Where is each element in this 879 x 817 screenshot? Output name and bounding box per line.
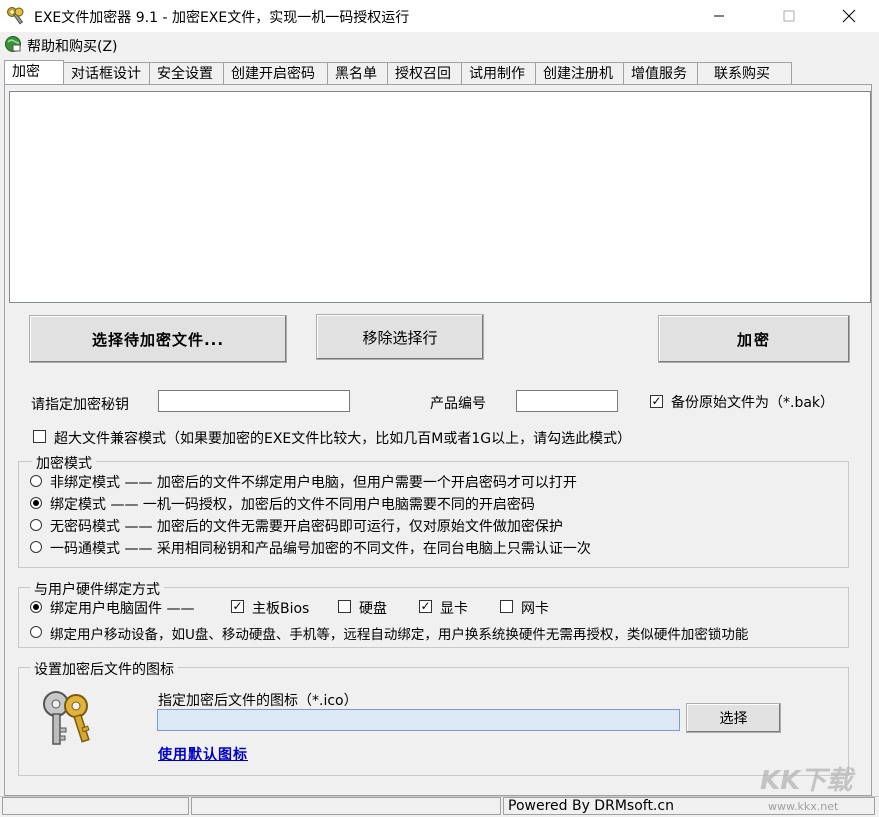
icon-path-input[interactable] [157, 709, 680, 731]
large-file-checkbox[interactable] [33, 430, 46, 443]
keys-icon [38, 688, 98, 748]
bind-pc-label: 绑定用户电脑固件 —— [50, 601, 195, 617]
tab-strip: 加密 对话框设计 安全设置 创建开启密码 黑名单 授权召回 试用制作 创建注册机… [4, 60, 792, 84]
remove-row-button[interactable]: 移除选择行 [316, 314, 484, 360]
bind-mobile-radio[interactable] [30, 626, 42, 638]
bios-checkbox[interactable]: ✓ [231, 600, 244, 613]
backup-label: 备份原始文件为（*.bak） [671, 395, 835, 411]
mode-nonbind-label: 非绑定模式 —— 加密后的文件不绑定用户电脑，但用户需要一个开启密码才可以打开 [50, 475, 577, 491]
minimize-button[interactable] [696, 0, 742, 32]
key-label: 请指定加密秘钥 [31, 397, 129, 413]
tab-value-added[interactable]: 增值服务 [624, 62, 698, 84]
app-keys-icon [6, 6, 26, 26]
tab-contact-buy[interactable]: 联系购买 [698, 62, 792, 84]
select-file-button[interactable]: 选择待加密文件... [29, 315, 287, 363]
tab-trial[interactable]: 试用制作 [462, 62, 536, 84]
watermark-url: www.kkx.net [768, 800, 839, 813]
nic-label: 网卡 [521, 601, 549, 617]
mode-onecode-label: 一码通模式 —— 采用相同秘钥和产品编号加密的不同文件，在同台电脑上只需认证一次 [50, 541, 591, 557]
maximize-button[interactable] [766, 0, 812, 32]
icon-section-title: 设置加密后文件的图标 [30, 659, 178, 679]
tab-create-password[interactable]: 创建开启密码 [224, 62, 328, 84]
menu-bar [0, 33, 879, 57]
bind-mobile-label: 绑定用户移动设备，如U盘、移动硬盘、手机等，远程自动绑定，用户换系统换硬件无需再… [50, 627, 749, 643]
product-input[interactable] [516, 390, 618, 412]
menu-help-buy[interactable]: 帮助和购买(Z) [27, 36, 118, 56]
icon-hint: 指定加密后文件的图标（*.ico） [158, 693, 358, 709]
file-list[interactable] [9, 91, 871, 303]
product-label: 产品编号 [430, 396, 486, 412]
status-pane-1 [2, 797, 189, 815]
large-file-label: 超大文件兼容模式（如果要加密的EXE文件比较大，比如几百M或者1G以上，请勾选此… [54, 431, 632, 447]
encrypt-mode-title: 加密模式 [32, 453, 96, 473]
help-globe-icon [4, 35, 22, 53]
tab-security[interactable]: 安全设置 [150, 62, 224, 84]
use-default-icon-link[interactable]: 使用默认图标 [158, 744, 248, 764]
choose-icon-button[interactable]: 选择 [686, 703, 781, 733]
bios-label: 主板Bios [252, 601, 310, 617]
mode-nonbind-radio[interactable] [30, 475, 42, 487]
disk-checkbox[interactable] [338, 600, 351, 613]
minimize-icon [714, 15, 724, 17]
gpu-label: 显卡 [440, 601, 468, 617]
tab-blacklist[interactable]: 黑名单 [328, 62, 388, 84]
mode-nopwd-radio[interactable] [30, 519, 42, 531]
binding-title: 与用户硬件绑定方式 [30, 579, 164, 599]
disk-label: 硬盘 [359, 601, 387, 617]
gpu-checkbox[interactable]: ✓ [419, 600, 432, 613]
status-pane-2 [191, 797, 501, 815]
nic-checkbox[interactable] [500, 600, 513, 613]
mode-bind-radio[interactable] [30, 497, 42, 509]
close-icon [842, 9, 856, 23]
key-input[interactable] [158, 390, 350, 412]
mode-onecode-radio[interactable] [30, 541, 42, 553]
tab-license-recall[interactable]: 授权召回 [388, 62, 462, 84]
close-button[interactable] [826, 0, 872, 32]
mode-nopwd-label: 无密码模式 —— 加密后的文件无需要开启密码即可运行，仅对原始文件做加密保护 [50, 519, 563, 535]
maximize-icon [783, 10, 795, 22]
watermark-brand: KK下载 [760, 766, 853, 796]
tab-keygen[interactable]: 创建注册机 [536, 62, 624, 84]
bind-pc-radio[interactable] [30, 601, 42, 613]
tab-encrypt[interactable]: 加密 [4, 60, 64, 84]
tab-dialog-design[interactable]: 对话框设计 [64, 62, 150, 84]
window-title: EXE文件加密器 9.1 - 加密EXE文件，实现一机一码授权运行 [34, 10, 410, 26]
encrypt-button[interactable]: 加密 [658, 315, 850, 363]
backup-checkbox[interactable]: ✓ [650, 395, 663, 408]
mode-bind-label: 绑定模式 —— 一机一码授权，加密后的文件不同用户电脑需要不同的开启密码 [50, 497, 535, 513]
